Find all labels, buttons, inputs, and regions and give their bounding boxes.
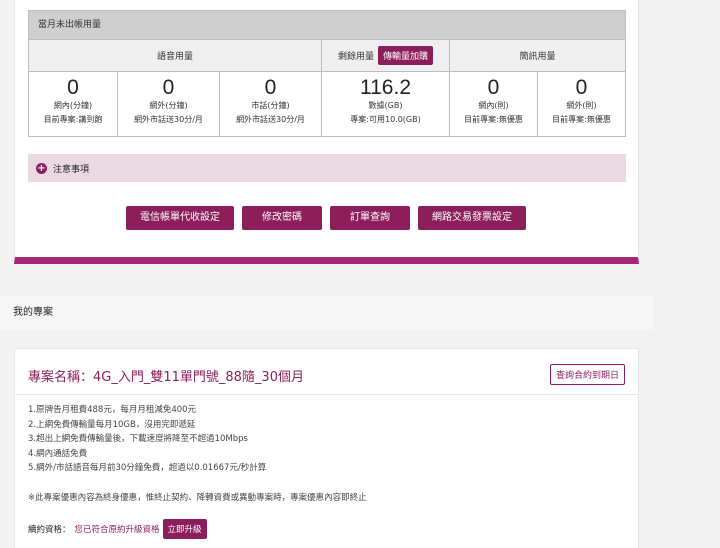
usage-plan-note: 目前專案:講到飽 (43, 115, 103, 124)
usage-values-row: 0 網內(分鐘) 目前專案:講到飽 0 網外(分鐘) 網外市話送30分/月 0 … (29, 72, 625, 136)
usage-cell-data: 116.2 數據(GB) 專案:可用10.0(GB) (321, 72, 449, 136)
voice-usage-group: 語音用量 (156, 52, 193, 62)
order-query-button[interactable]: 訂單查詢 (330, 206, 410, 230)
plan-features: 1.原牌告月租費488元，每月月租減免400元 2.上網免費傳輸量每月10GB，… (28, 403, 266, 476)
notice-accordion[interactable]: + 注意事項 (28, 154, 626, 182)
usage-value: 0 (264, 76, 277, 99)
usage-cell-onnet-sms: 0 網內(則) 目前專案:無優惠 (449, 72, 537, 136)
plan-feature-item: 5.網外/市話語音每月前30分鐘免費，超過以0.01667元/秒計算 (28, 463, 267, 473)
renewal-eligibility: 續約資格： 您已符合原約升級資格 立即升級 (28, 519, 207, 539)
billing-collection-settings-button[interactable]: 電信帳單代收設定 (126, 206, 234, 230)
usage-unit-label: 網內(分鐘) (53, 101, 93, 110)
sms-usage-group: 簡訊用量 (449, 40, 625, 71)
usage-value: 0 (67, 76, 79, 99)
contract-expiry-button[interactable]: 查詢合約到期日 (549, 364, 625, 385)
plan-feature-item: 4.網內通話免費 (28, 448, 88, 459)
usage-plan-note: 網外市話送30分/月 (134, 115, 203, 124)
change-password-button[interactable]: 修改密碼 (242, 206, 322, 230)
eligibility-label: 續約資格： (28, 525, 71, 535)
usage-cell-offnet-sms: 0 網外(則) 目前專案:無優惠 (537, 72, 625, 136)
usage-table: 當月未出帳用量 語音用量 剩餘用量 傳輸量加購 簡訊用量 0 網內(分鐘) 目前… (28, 10, 626, 137)
usage-table-header: 當月未出帳用量 (29, 11, 625, 40)
data-usage-label: 剩餘用量 (337, 52, 374, 62)
usage-unit-label: 網外(則) (566, 101, 597, 110)
usage-unit-label: 市話(分鐘) (251, 101, 290, 110)
usage-value: 0 (575, 76, 588, 99)
data-usage-group: 剩餘用量 傳輸量加購 (321, 40, 449, 71)
divider (15, 394, 638, 395)
section-title: 我的專案 (0, 296, 653, 330)
data-topup-button[interactable]: 傳輸量加購 (378, 46, 434, 65)
invoice-settings-button[interactable]: 網路交易發票設定 (418, 206, 526, 230)
usage-plan-note: 目前專案:無優惠 (552, 115, 611, 124)
usage-group-row: 語音用量 剩餘用量 傳輸量加購 簡訊用量 (29, 40, 625, 72)
plan-disclaimer: ※此專案優惠內容為終身優惠，惟終止契約、降轉資費或異動專案時，專案優惠內容即終止 (28, 493, 367, 503)
usage-value: 116.2 (360, 76, 411, 99)
usage-card: 當月未出帳用量 語音用量 剩餘用量 傳輸量加購 簡訊用量 0 網內(分鐘) 目前… (14, 0, 639, 264)
usage-value: 0 (487, 76, 500, 99)
usage-cell-landline-voice: 0 市話(分鐘) 網外市話送30分/月 (219, 72, 321, 136)
usage-unit-label: 網外(分鐘) (149, 101, 188, 110)
plus-circle-icon: + (36, 162, 47, 174)
notice-label: 注意事項 (53, 164, 90, 175)
eligibility-status: 您已符合原約升級資格 (74, 525, 160, 535)
usage-unit-label: 數據(GB) (368, 101, 403, 110)
usage-unit-label: 網內(則) (478, 101, 509, 110)
usage-plan-note: 網外市話送30分/月 (236, 115, 305, 124)
usage-cell-offnet-voice: 0 網外(分鐘) 網外市話送30分/月 (117, 72, 219, 136)
plan-feature-item: 1.原牌告月租費488元，每月月租減免400元 (28, 405, 197, 415)
usage-value: 0 (162, 76, 175, 99)
usage-cell-onnet-voice: 0 網內(分鐘) 目前專案:講到飽 (29, 72, 117, 136)
plan-name: 專案名稱：4G_入門_雙11單門號_88隨_30個月 (28, 370, 304, 385)
usage-plan-note: 目前專案:無優惠 (464, 115, 523, 124)
usage-plan-note: 專案:可用10.0(GB) (350, 115, 421, 124)
plan-feature-item: 2.上網免費傳輸量每月10GB，沒用完即遞延 (28, 419, 196, 430)
account-actions: 電信帳單代收設定 修改密碼 訂單查詢 網路交易發票設定 (126, 206, 534, 230)
upgrade-now-button[interactable]: 立即升級 (162, 519, 207, 539)
plan-feature-item: 3.超出上網免費傳輸量後，下載速度將降至不超過10Mbps (28, 434, 248, 444)
plan-card: 專案名稱：4G_入門_雙11單門號_88隨_30個月 查詢合約到期日 1.原牌告… (14, 348, 639, 548)
